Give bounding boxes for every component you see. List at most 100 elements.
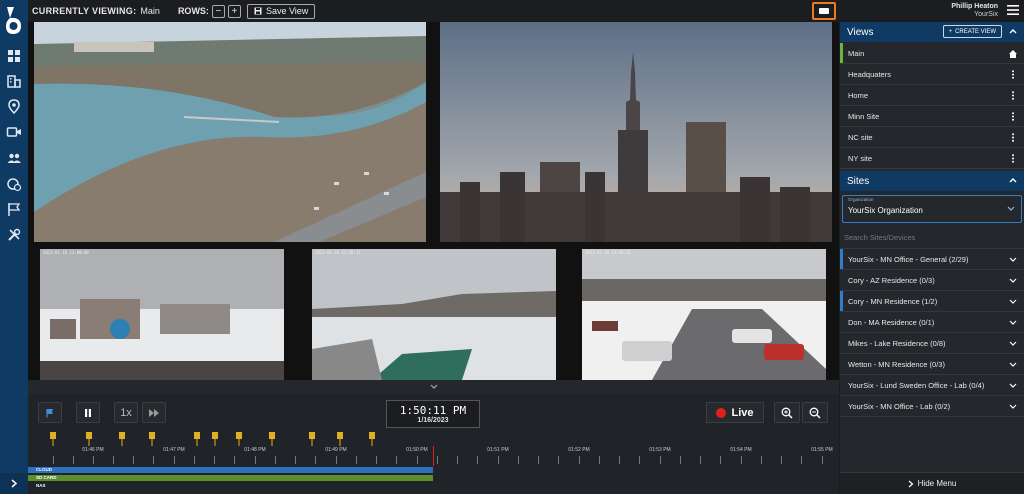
camera-feed-city: [440, 22, 832, 242]
camera-timestamp: 2023-01-16 13:00:00: [43, 250, 89, 255]
chevron-up-icon[interactable]: [1008, 26, 1018, 36]
camera-tile-2[interactable]: [440, 22, 832, 242]
active-indicator: [840, 43, 843, 63]
timeline-tick-label: 01:47 PM: [163, 447, 185, 453]
more-vertical-icon[interactable]: [1009, 70, 1017, 79]
track-label: NAS: [36, 483, 46, 488]
playback-clock: 1:50:11 PM 1/16/2023: [386, 400, 480, 428]
create-view-button[interactable]: + CREATE VIEW: [942, 25, 1002, 38]
organization-label: Organization: [848, 197, 874, 202]
user-org: YourSix: [974, 11, 998, 18]
event-marker-icon[interactable]: [236, 432, 242, 446]
site-item[interactable]: Wetton - MN Residence (0/3): [840, 354, 1024, 375]
event-marker-icon[interactable]: [212, 432, 218, 446]
collapse-video-grid[interactable]: [28, 380, 839, 394]
view-item[interactable]: Headquaters: [840, 64, 1024, 85]
app-root: CURRENTLY VIEWING: Main ROWS: − + Save V…: [0, 0, 1024, 494]
view-item[interactable]: NY site: [840, 148, 1024, 169]
camera-timestamp: 2023-01-16 13:50:11: [585, 250, 631, 255]
chevron-down-icon: [1007, 206, 1015, 211]
site-item-label: Don - MA Residence (0/1): [848, 317, 935, 327]
camera-icon[interactable]: [6, 124, 22, 140]
zoom-in-button[interactable]: [774, 402, 800, 423]
site-item[interactable]: Mikes - Lake Residence (0/8): [840, 333, 1024, 354]
chevron-down-icon: [1009, 341, 1017, 346]
event-marker-icon[interactable]: [119, 432, 125, 446]
camera-tile-4[interactable]: 2023-01-16 13:50:11: [312, 249, 556, 380]
view-item[interactable]: Home: [840, 85, 1024, 106]
live-button[interactable]: Live: [706, 402, 764, 423]
camera-tile-3[interactable]: 2023-01-16 13:00:00: [40, 249, 284, 380]
expand-nav-button[interactable]: [0, 473, 28, 494]
site-item-label: Mikes - Lake Residence (0/8): [848, 338, 946, 348]
site-item[interactable]: Don - MA Residence (0/1): [840, 312, 1024, 333]
dashboard-icon[interactable]: [6, 48, 22, 64]
view-item-label: Minn Site: [848, 111, 880, 121]
location-pin-icon[interactable]: [6, 99, 22, 115]
event-marker-icon[interactable]: [369, 432, 375, 446]
event-marker-icon[interactable]: [50, 432, 56, 446]
hide-menu-button[interactable]: Hide Menu: [840, 472, 1024, 494]
view-item[interactable]: NC site: [840, 127, 1024, 148]
user-header: Phillip Heaton YourSix: [840, 0, 1024, 22]
playhead[interactable]: [433, 446, 434, 466]
fast-forward-icon: [149, 408, 159, 417]
chevron-right-icon: [908, 480, 914, 487]
chevron-down-icon: [1009, 278, 1017, 283]
tools-icon[interactable]: [6, 227, 22, 243]
chevron-up-icon[interactable]: [1008, 175, 1018, 185]
hamburger-menu-icon[interactable]: [1007, 5, 1019, 15]
bookmark-button[interactable]: [38, 402, 62, 423]
fast-forward-button[interactable]: [142, 402, 166, 423]
yoursix-logo[interactable]: [2, 4, 26, 36]
view-item[interactable]: Minn Site: [840, 106, 1024, 127]
fullscreen-button[interactable]: [812, 2, 836, 20]
event-marker-icon[interactable]: [309, 432, 315, 446]
shield-settings-icon[interactable]: [6, 176, 22, 192]
building-icon[interactable]: [6, 73, 22, 89]
site-search-input[interactable]: Search Sites/Devices: [840, 227, 1024, 249]
site-item[interactable]: YourSix - MN Office - Lab (0/2): [840, 396, 1024, 417]
more-vertical-icon[interactable]: [1009, 91, 1017, 100]
speed-button[interactable]: 1x: [114, 402, 138, 423]
camera-feed-river: [34, 22, 426, 242]
site-item[interactable]: Cory - MN Residence (1/2): [840, 291, 1024, 312]
user-name: Phillip Heaton: [951, 3, 998, 10]
fullscreen-icon: [819, 8, 829, 14]
zoom-out-button[interactable]: [802, 402, 828, 423]
pause-icon: [85, 408, 91, 417]
camera-tile-5[interactable]: 2023-01-16 13:50:11: [582, 249, 826, 380]
save-view-button[interactable]: Save View: [246, 3, 316, 19]
more-vertical-icon[interactable]: [1009, 154, 1017, 163]
event-marker-icon[interactable]: [86, 432, 92, 446]
home-icon: [1009, 50, 1017, 58]
save-view-label: Save View: [265, 6, 309, 16]
chevron-down-icon: [1009, 362, 1017, 367]
view-item-main[interactable]: Main: [840, 43, 1024, 64]
event-marker-icon[interactable]: [194, 432, 200, 446]
currently-viewing-label: CURRENTLY VIEWING:: [32, 6, 137, 16]
views-title: Views: [847, 26, 874, 38]
flag-icon[interactable]: [6, 201, 22, 217]
event-marker-icon[interactable]: [149, 432, 155, 446]
timeline-tick-label: 01:51 PM: [487, 447, 509, 453]
pause-button[interactable]: [76, 402, 100, 423]
rows-increase-button[interactable]: +: [227, 4, 241, 18]
event-marker-icon[interactable]: [269, 432, 275, 446]
event-marker-icon[interactable]: [337, 432, 343, 446]
more-vertical-icon[interactable]: [1009, 112, 1017, 121]
chevron-down-icon: [1009, 257, 1017, 262]
timeline-ruler[interactable]: 01:46 PM 01:47 PM 01:48 PM 01:49 PM 01:5…: [28, 446, 839, 466]
organization-select[interactable]: Organization YourSix Organization: [842, 195, 1022, 223]
rows-decrease-button[interactable]: −: [211, 4, 225, 18]
users-icon[interactable]: [6, 150, 22, 166]
site-item[interactable]: YourSix - Lund Sweden Office - Lab (0/4): [840, 375, 1024, 396]
create-view-label: CREATE VIEW: [955, 28, 996, 35]
more-vertical-icon[interactable]: [1009, 133, 1017, 142]
site-item[interactable]: YourSix - MN Office - General (2/29): [840, 249, 1024, 270]
site-item[interactable]: Cory - AZ Residence (0/3): [840, 270, 1024, 291]
view-item-label: Home: [848, 90, 869, 100]
camera-tile-1[interactable]: [34, 22, 426, 242]
chevron-down-icon: [1009, 299, 1017, 304]
sd-card-track: SD CARD: [28, 475, 839, 482]
